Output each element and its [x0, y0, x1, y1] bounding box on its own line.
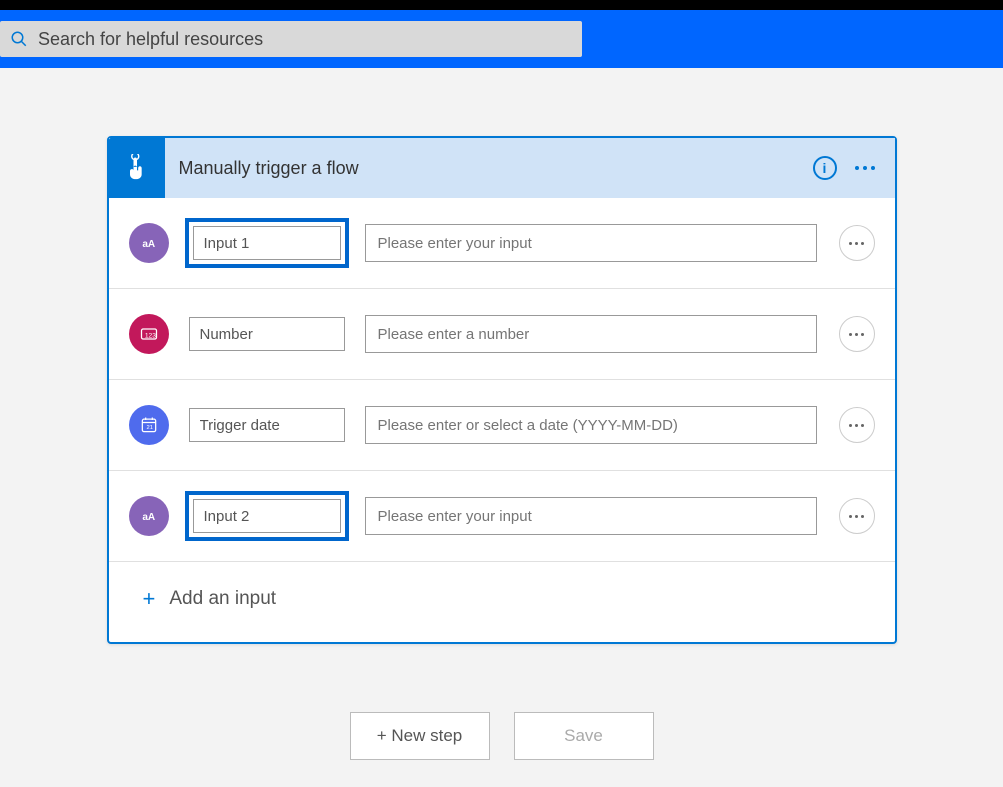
trigger-title: Manually trigger a flow — [179, 158, 813, 179]
window-top-border — [0, 0, 1003, 10]
bottom-button-bar: + New step Save — [350, 712, 654, 760]
input-name-4-highlight — [185, 491, 349, 541]
add-input-button[interactable]: + Add an input — [109, 562, 895, 642]
info-icon[interactable]: i — [813, 156, 837, 180]
new-step-button[interactable]: + New step — [350, 712, 490, 760]
input-row-2: 123 — [109, 289, 895, 380]
text-type-icon: aA — [129, 223, 169, 263]
input-placeholder-2[interactable] — [365, 315, 817, 353]
input-row-3: 21 — [109, 380, 895, 471]
input-name-4[interactable] — [193, 499, 341, 533]
flow-canvas: Manually trigger a flow i aA — [0, 68, 1003, 760]
input-row-1-more[interactable] — [839, 225, 875, 261]
number-type-icon: 123 — [129, 314, 169, 354]
input-name-2[interactable] — [189, 317, 345, 351]
top-bar — [0, 10, 1003, 68]
input-row-2-more[interactable] — [839, 316, 875, 352]
date-type-icon: 21 — [129, 405, 169, 445]
svg-text:aA: aA — [142, 239, 155, 250]
input-row-1: aA — [109, 198, 895, 289]
input-row-4: aA — [109, 471, 895, 562]
input-name-2-wrap — [185, 313, 349, 355]
plus-icon: + — [143, 586, 156, 612]
save-button[interactable]: Save — [514, 712, 654, 760]
input-name-3-wrap — [185, 404, 349, 446]
svg-text:21: 21 — [146, 425, 152, 431]
input-placeholder-1[interactable] — [365, 224, 817, 262]
trigger-more-button[interactable] — [855, 166, 875, 170]
search-box[interactable] — [0, 21, 582, 57]
input-row-3-more[interactable] — [839, 407, 875, 443]
input-placeholder-3[interactable] — [365, 406, 817, 444]
search-icon — [10, 30, 28, 48]
input-row-4-more[interactable] — [839, 498, 875, 534]
input-placeholder-4[interactable] — [365, 497, 817, 535]
trigger-card: Manually trigger a flow i aA — [107, 136, 897, 644]
text-type-icon-2: aA — [129, 496, 169, 536]
trigger-header[interactable]: Manually trigger a flow i — [109, 138, 895, 198]
input-name-1-highlight — [185, 218, 349, 268]
svg-text:123: 123 — [144, 332, 155, 339]
input-name-1[interactable] — [193, 226, 341, 260]
search-input[interactable] — [38, 29, 572, 50]
input-name-3[interactable] — [189, 408, 345, 442]
trigger-icon — [109, 138, 165, 198]
svg-text:aA: aA — [142, 512, 155, 523]
add-input-label: Add an input — [169, 588, 276, 610]
